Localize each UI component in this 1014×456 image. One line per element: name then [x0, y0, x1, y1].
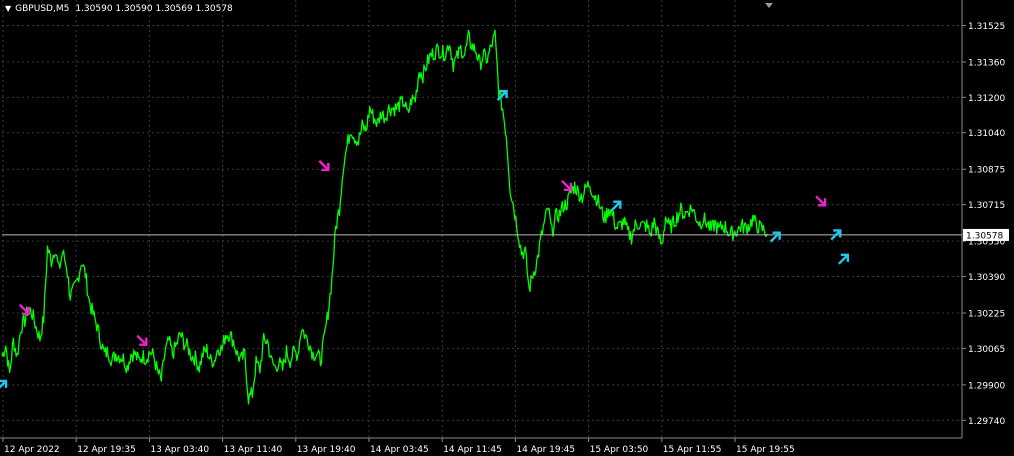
- signal-arrow-shape: [837, 253, 850, 265]
- sell-signal-arrow-icon[interactable]: [318, 160, 330, 172]
- y-tick-label: 1.29740: [968, 417, 1005, 427]
- y-tick-label: 1.30715: [968, 201, 1005, 211]
- x-tick-label: 15 Apr 03:50: [590, 445, 649, 455]
- collapse-triangle-icon[interactable]: ▼: [5, 4, 11, 13]
- sell-signal-arrow-icon[interactable]: [136, 334, 148, 346]
- buy-signal-arrow-icon[interactable]: [837, 253, 850, 265]
- x-tick-label: 12 Apr 2022: [4, 445, 60, 455]
- buy-signal-arrow-icon[interactable]: [610, 200, 622, 212]
- x-tick-label: 14 Apr 11:45: [443, 445, 502, 455]
- y-tick-label: 1.31525: [968, 22, 1005, 32]
- x-tick-label: 14 Apr 03:45: [370, 445, 429, 455]
- current-price-label: 1.30578: [966, 231, 1003, 241]
- price-series-line: [1, 29, 768, 405]
- price-chart[interactable]: 1.31525 1.31360 1.31200 1.31040 1.30875 1.307…: [0, 0, 1014, 456]
- sell-signal-arrow-icon[interactable]: [561, 179, 573, 192]
- chart-shift-icon[interactable]: [765, 3, 773, 8]
- x-tick-label: 13 Apr 03:40: [150, 445, 209, 455]
- x-tick-label: 13 Apr 11:40: [224, 445, 283, 455]
- y-tick-label: 1.31040: [968, 129, 1005, 139]
- sell-signal-arrow-icon[interactable]: [815, 195, 827, 207]
- x-tick-label: 14 Apr 19:45: [516, 445, 575, 455]
- y-tick-label: 1.31200: [968, 94, 1005, 104]
- signal-arrow-shape: [561, 179, 573, 192]
- signal-arrow-shape: [136, 334, 148, 346]
- x-tick-label: 13 Apr 19:40: [297, 445, 356, 455]
- buy-signal-arrow-icon[interactable]: [769, 231, 781, 243]
- y-tick-label: 1.30390: [968, 273, 1005, 283]
- chart-header: ▼ GBPUSD,M5 1.30590 1.30590 1.30569 1.3057…: [5, 4, 233, 14]
- y-tick-label: 1.29900: [968, 381, 1005, 391]
- y-tick-label: 1.31360: [968, 58, 1005, 68]
- signal-arrow-shape: [815, 195, 827, 207]
- x-tick-label: 15 Apr 19:55: [736, 445, 795, 455]
- signal-arrow-shape: [769, 231, 781, 243]
- x-tick-label: 12 Apr 19:35: [77, 445, 136, 455]
- signal-arrow-shape: [318, 160, 330, 172]
- chart-root: 1.31525 1.31360 1.31200 1.31040 1.30875 1.307…: [0, 0, 1014, 456]
- symbol-label: GBPUSD,M5: [15, 4, 70, 14]
- signal-arrow-shape: [610, 200, 622, 212]
- y-tick-label: 1.30225: [968, 310, 1005, 320]
- y-tick-label: 1.30875: [968, 166, 1005, 176]
- signal-arrow-shape: [0, 379, 8, 389]
- buy-signal-arrow-icon[interactable]: [0, 379, 8, 390]
- x-tick-label: 15 Apr 11:55: [663, 445, 722, 455]
- y-tick-label: 1.30065: [968, 345, 1005, 355]
- ohlc-values: 1.30590 1.30590 1.30569 1.30578: [75, 4, 233, 14]
